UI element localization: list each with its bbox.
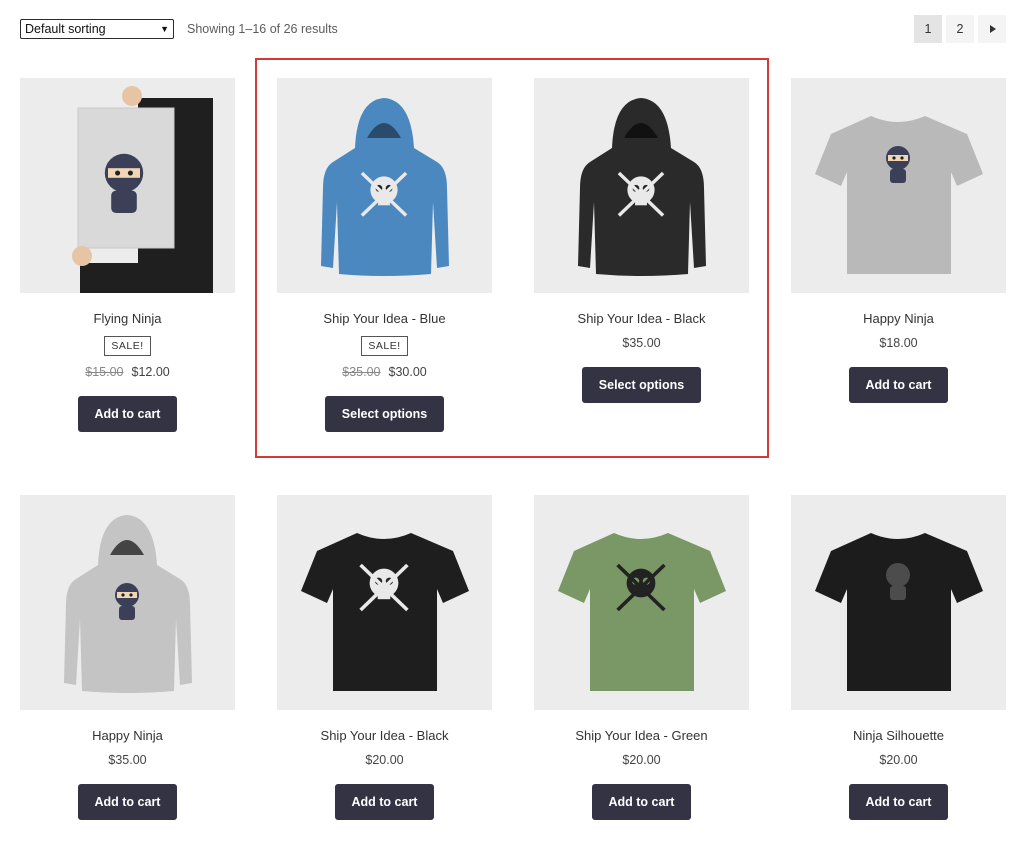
product-title[interactable]: Ship Your Idea - Black [534,311,749,327]
product-price: $20.00 [277,752,492,768]
product-title[interactable]: Ship Your Idea - Blue [277,311,492,327]
add-to-cart-button[interactable]: Add to cart [848,784,949,820]
product-image[interactable] [277,495,492,710]
product-image[interactable] [534,78,749,293]
current-price: $18.00 [879,336,918,350]
select-options-button[interactable]: Select options [581,367,702,403]
result-count: Showing 1–16 of 26 results [187,22,338,36]
pagination: 1 2 [914,15,1006,43]
product-card: Ninja Silhouette $20.00 Add to cart [791,495,1006,820]
sale-badge: SALE! [104,336,151,356]
current-price: $20.00 [879,753,918,767]
product-price: $20.00 [534,752,749,768]
product-title[interactable]: Happy Ninja [791,311,1006,327]
next-page-button[interactable] [978,15,1006,43]
product-card: Flying Ninja SALE! $15.00 $12.00 Add to c… [20,78,235,432]
product-price: $18.00 [791,335,1006,351]
product-image[interactable] [20,78,235,293]
product-image[interactable] [277,78,492,293]
product-price: $35.00 [534,335,749,351]
product-price: $15.00 $12.00 [20,364,235,380]
current-price: $12.00 [131,365,170,379]
product-card: Ship Your Idea - Black $20.00 Add to car… [277,495,492,820]
product-title[interactable]: Ship Your Idea - Black [277,728,492,744]
current-price: $20.00 [365,753,404,767]
product-title[interactable]: Ninja Silhouette [791,728,1006,744]
product-title[interactable]: Ship Your Idea - Green [534,728,749,744]
add-to-cart-button[interactable]: Add to cart [591,784,692,820]
product-image[interactable] [791,78,1006,293]
product-title[interactable]: Flying Ninja [20,311,235,327]
product-title[interactable]: Happy Ninja [20,728,235,744]
product-price: $20.00 [791,752,1006,768]
page-1-current: 1 [914,15,942,43]
product-price: $35.00 $30.00 [277,364,492,380]
product-card: Ship Your Idea - Green $20.00 Add to car… [534,495,749,820]
add-to-cart-button[interactable]: Add to cart [848,367,949,403]
page-2-link[interactable]: 2 [946,15,974,43]
add-to-cart-button[interactable]: Add to cart [334,784,435,820]
current-price: $20.00 [622,753,661,767]
add-to-cart-button[interactable]: Add to cart [77,396,178,432]
product-image[interactable] [20,495,235,710]
product-card: Ship Your Idea - Blue SALE! $35.00 $30.00… [277,78,492,432]
product-card: Happy Ninja $35.00 Add to cart [20,495,235,820]
old-price: $15.00 [85,365,124,379]
sale-badge: SALE! [361,336,408,356]
add-to-cart-button[interactable]: Add to cart [77,784,178,820]
sort-select-value: Default sorting [25,22,106,36]
product-image[interactable] [791,495,1006,710]
shop-toolbar: Default sorting ▼ Showing 1–16 of 26 res… [20,15,1006,44]
product-card: Happy Ninja $18.00 Add to cart [791,78,1006,403]
current-price: $30.00 [388,365,427,379]
current-price: $35.00 [622,336,661,350]
select-options-button[interactable]: Select options [324,396,445,432]
product-price: $35.00 [20,752,235,768]
sort-select[interactable]: Default sorting ▼ [20,19,174,39]
product-image[interactable] [534,495,749,710]
chevron-down-icon: ▼ [160,24,169,34]
next-arrow-icon [990,25,996,33]
product-card: Ship Your Idea - Black $35.00 Select opt… [534,78,749,403]
current-price: $35.00 [108,753,147,767]
old-price: $35.00 [342,365,381,379]
